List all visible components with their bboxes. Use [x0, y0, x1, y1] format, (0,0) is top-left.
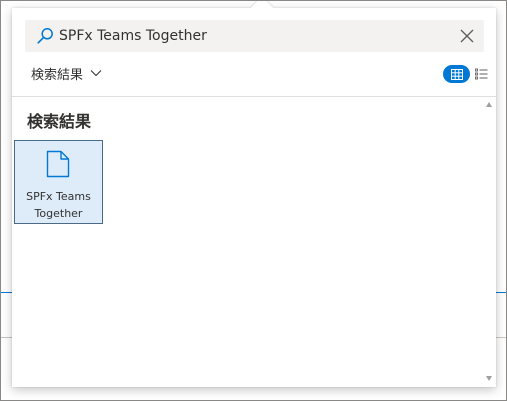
vertical-scrollbar[interactable] [482, 97, 496, 387]
scope-label: 検索結果 [31, 67, 84, 83]
grid-view-button[interactable] [443, 65, 470, 83]
background-underline [496, 292, 506, 293]
search-results-panel: 検索結果 検索結果 [12, 0, 496, 387]
result-title-line2: Together [34, 207, 83, 220]
list-view-button[interactable] [473, 65, 489, 83]
result-tile[interactable]: SPFx Teams Together [14, 140, 103, 224]
chevron-down-icon [90, 70, 102, 77]
background-divider [1, 337, 12, 338]
result-title-line1: SPFx Teams [26, 190, 91, 203]
scroll-down-arrow-icon[interactable] [486, 376, 492, 381]
scroll-up-arrow-icon[interactable] [486, 102, 492, 107]
result-tile-label: SPFx Teams Together [15, 188, 102, 222]
callout-beak [250, 0, 274, 20]
list-view-icon [474, 68, 487, 80]
grid-view-icon [450, 68, 463, 80]
document-icon [46, 150, 70, 178]
scope-dropdown[interactable]: 検索結果 [31, 62, 102, 84]
view-toggle [443, 65, 489, 83]
background-underline [1, 292, 12, 293]
background-divider [496, 337, 506, 338]
results-heading: 検索結果 [27, 112, 92, 131]
close-icon[interactable] [458, 27, 476, 45]
search-input[interactable] [59, 20, 439, 52]
search-box[interactable] [25, 20, 484, 52]
results-area: 検索結果 SPFx Teams Together [12, 97, 496, 387]
search-icon [37, 28, 53, 44]
